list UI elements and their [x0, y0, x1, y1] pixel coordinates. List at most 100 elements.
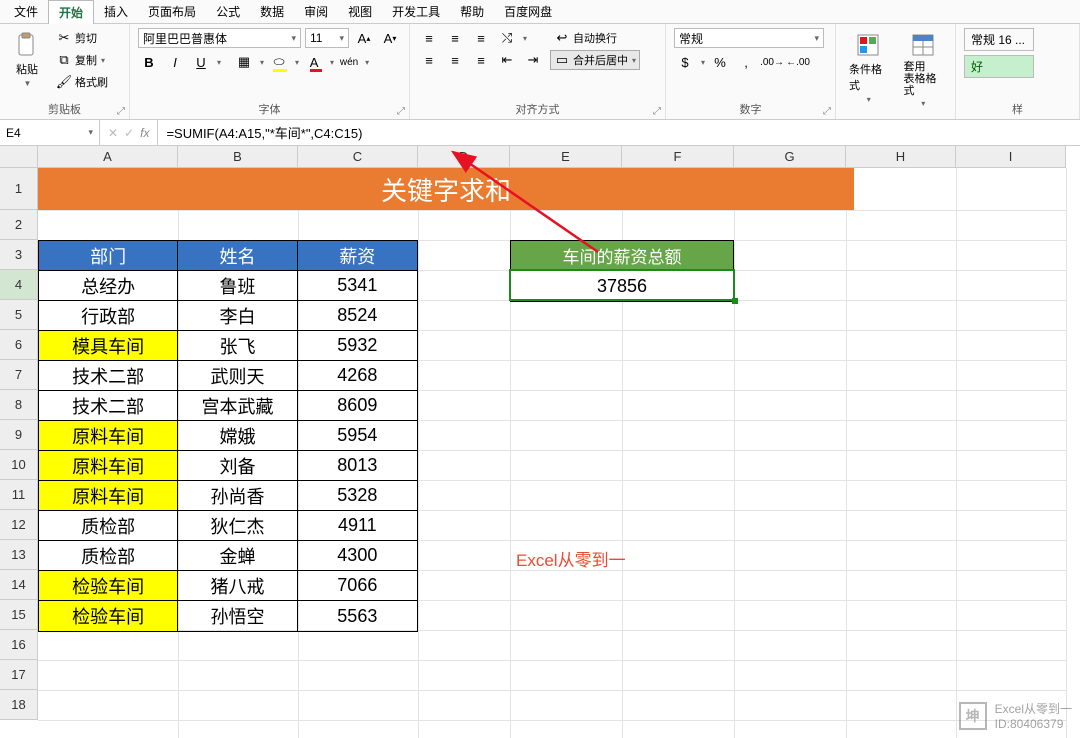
table-cell[interactable]: 5932	[298, 331, 417, 361]
row-header-13[interactable]: 13	[0, 540, 38, 570]
table-cell[interactable]: 8524	[298, 301, 417, 331]
increase-decimal-button[interactable]: .00→	[761, 52, 783, 72]
table-cell[interactable]: 原料车间	[39, 451, 178, 481]
table-cell[interactable]: 8013	[298, 451, 417, 481]
col-header-D[interactable]: D	[418, 146, 510, 168]
row-header-9[interactable]: 9	[0, 420, 38, 450]
table-format-button[interactable]: 套用 表格格式▾	[899, 28, 948, 111]
row-header-14[interactable]: 14	[0, 570, 38, 600]
summary-value-cell[interactable]: 37856	[511, 271, 733, 301]
align-bottom-button[interactable]: ≡	[470, 28, 492, 48]
col-header-F[interactable]: F	[622, 146, 734, 168]
table-cell[interactable]: 行政部	[39, 301, 178, 331]
italic-button[interactable]: I	[164, 52, 186, 72]
row-header-15[interactable]: 15	[0, 600, 38, 630]
indent-decrease-button[interactable]: ⇤	[496, 50, 518, 70]
cell-style-normal[interactable]: 常规 16 ...	[964, 28, 1034, 51]
paste-button[interactable]: 粘贴 ▼	[8, 28, 46, 91]
align-center-button[interactable]: ≡	[444, 50, 466, 70]
col-header-C[interactable]: C	[298, 146, 418, 168]
table-cell[interactable]: 7066	[298, 571, 417, 601]
font-size-combo[interactable]: 11▾	[305, 28, 349, 48]
row-header-6[interactable]: 6	[0, 330, 38, 360]
row-header-10[interactable]: 10	[0, 450, 38, 480]
merge-center-button[interactable]: ▭ 合并后居中 ▾	[550, 50, 640, 70]
menu-帮助[interactable]: 帮助	[450, 0, 494, 23]
align-middle-button[interactable]: ≡	[444, 28, 466, 48]
fx-button[interactable]: fx	[140, 126, 149, 140]
table-cell[interactable]: 嫦娥	[178, 421, 297, 451]
table-cell[interactable]: 孙悟空	[178, 601, 297, 631]
row-header-17[interactable]: 17	[0, 660, 38, 690]
number-format-combo[interactable]: 常规▾	[674, 28, 824, 48]
table-cell[interactable]: 狄仁杰	[178, 511, 297, 541]
dialog-launcher-icon[interactable]: ⤢	[823, 106, 831, 117]
row-header-8[interactable]: 8	[0, 390, 38, 420]
table-header[interactable]: 薪资	[298, 241, 417, 271]
percent-button[interactable]: %	[709, 52, 731, 72]
table-cell[interactable]: 质检部	[39, 541, 178, 571]
row-header-18[interactable]: 18	[0, 690, 38, 720]
cut-button[interactable]: ✂ 剪切	[52, 28, 112, 48]
underline-button[interactable]: U	[190, 52, 212, 72]
wrap-text-button[interactable]: ↩ 自动换行	[550, 28, 640, 48]
indent-increase-button[interactable]: ⇥	[522, 50, 544, 70]
selection-handle[interactable]	[732, 298, 738, 304]
row-header-5[interactable]: 5	[0, 300, 38, 330]
table-cell[interactable]: 鲁班	[178, 271, 297, 301]
table-cell[interactable]: 5563	[298, 601, 417, 631]
menu-数据[interactable]: 数据	[250, 0, 294, 23]
col-header-G[interactable]: G	[734, 146, 846, 168]
currency-button[interactable]: $	[674, 52, 696, 72]
row-header-2[interactable]: 2	[0, 210, 38, 240]
dialog-launcher-icon[interactable]: ⤢	[397, 106, 405, 117]
orientation-button[interactable]: ⤭	[496, 28, 518, 48]
col-header-E[interactable]: E	[510, 146, 622, 168]
copy-button[interactable]: ⧉ 复制 ▾	[52, 50, 112, 70]
menu-文件[interactable]: 文件	[4, 0, 48, 23]
decrease-decimal-button[interactable]: ←.00	[787, 52, 809, 72]
table-cell[interactable]: 孙尚香	[178, 481, 297, 511]
table-cell[interactable]: 4911	[298, 511, 417, 541]
table-cell[interactable]: 刘备	[178, 451, 297, 481]
title-cell[interactable]: 关键字求和	[38, 168, 854, 210]
table-cell[interactable]: 技术二部	[39, 391, 178, 421]
col-header-B[interactable]: B	[178, 146, 298, 168]
align-top-button[interactable]: ≡	[418, 28, 440, 48]
formula-input[interactable]: =SUMIF(A4:A15,"*车间*",C4:C15)	[158, 120, 1080, 145]
name-box[interactable]: E4 ▾	[0, 120, 100, 145]
table-cell[interactable]: 猪八戒	[178, 571, 297, 601]
increase-font-button[interactable]: A▴	[353, 28, 375, 48]
grid-body[interactable]: 关键字求和 部门姓名薪资总经办鲁班5341行政部李白8524模具车间张飞5932…	[38, 168, 1066, 738]
table-cell[interactable]: 4300	[298, 541, 417, 571]
dialog-launcher-icon[interactable]: ⤢	[653, 106, 661, 117]
table-cell[interactable]: 5341	[298, 271, 417, 301]
bold-button[interactable]: B	[138, 52, 160, 72]
table-cell[interactable]: 原料车间	[39, 421, 178, 451]
menu-页面布局[interactable]: 页面布局	[138, 0, 206, 23]
table-cell[interactable]: 5328	[298, 481, 417, 511]
menu-审阅[interactable]: 审阅	[294, 0, 338, 23]
cancel-formula-icon[interactable]: ✕	[108, 126, 118, 140]
table-cell[interactable]: 8609	[298, 391, 417, 421]
fill-color-button[interactable]: ⬭	[268, 52, 290, 72]
col-header-I[interactable]: I	[956, 146, 1066, 168]
table-cell[interactable]: 检验车间	[39, 601, 178, 631]
col-header-H[interactable]: H	[846, 146, 956, 168]
menu-插入[interactable]: 插入	[94, 0, 138, 23]
table-header[interactable]: 姓名	[178, 241, 297, 271]
menu-开发工具[interactable]: 开发工具	[382, 0, 450, 23]
table-cell[interactable]: 模具车间	[39, 331, 178, 361]
row-header-11[interactable]: 11	[0, 480, 38, 510]
row-header-7[interactable]: 7	[0, 360, 38, 390]
conditional-format-button[interactable]: 条件格式▾	[844, 28, 893, 107]
row-header-12[interactable]: 12	[0, 510, 38, 540]
select-all-corner[interactable]	[0, 146, 38, 168]
table-cell[interactable]: 原料车间	[39, 481, 178, 511]
borders-button[interactable]: ▦	[233, 52, 255, 72]
summary-header-cell[interactable]: 车间的薪资总额	[511, 241, 733, 271]
row-header-4[interactable]: 4	[0, 270, 38, 300]
table-cell[interactable]: 李白	[178, 301, 297, 331]
decrease-font-button[interactable]: A▾	[379, 28, 401, 48]
table-cell[interactable]: 5954	[298, 421, 417, 451]
